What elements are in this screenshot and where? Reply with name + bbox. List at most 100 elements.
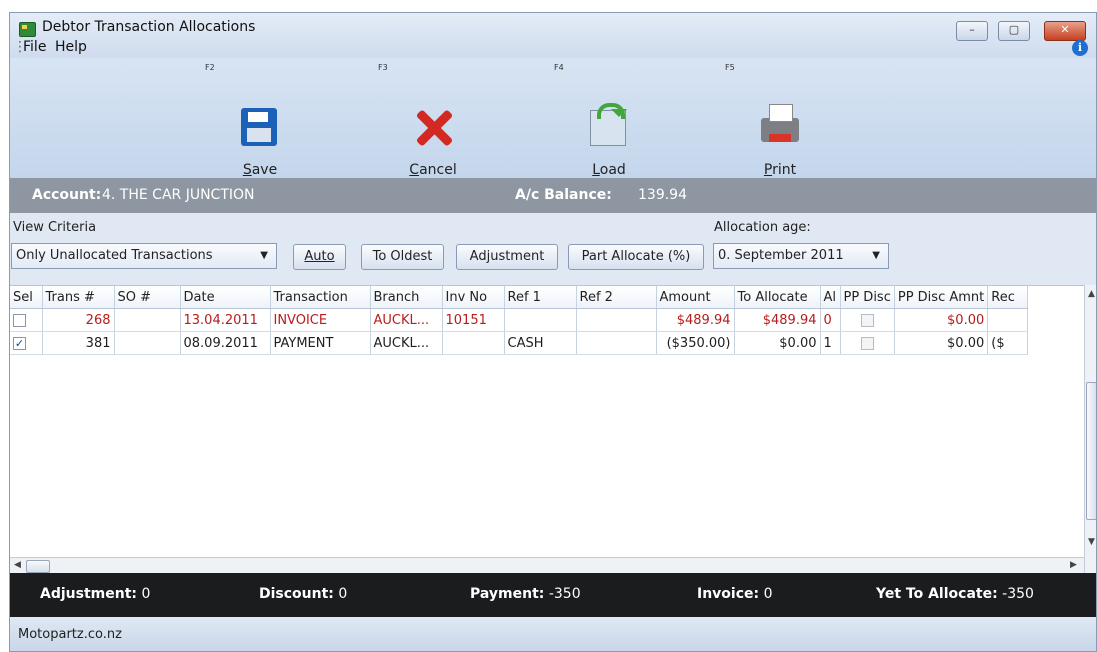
print-label: Print [763,162,797,178]
transactions-grid: Sel Trans # SO # Date Transaction Branch… [10,285,1084,558]
to-allocate-cell[interactable]: $0.00 [734,331,821,355]
ref1-cell [504,308,577,332]
app-window: Debtor Transaction Allocations – ▢ ✕ ⋮ F… [9,12,1097,652]
balance-label: A/c Balance: [515,187,612,203]
col-date[interactable]: Date [180,286,271,309]
status-text: Motopartz.co.nz [18,627,122,642]
select-cell[interactable]: ✓ [10,331,43,355]
account-value: 4. THE CAR JUNCTION [102,187,255,203]
col-to-allocate[interactable]: To Allocate [734,286,821,309]
inv-cell: 10151 [442,308,505,332]
scroll-down-icon[interactable]: ▼ [1088,537,1095,547]
chevron-down-icon: ▼ [260,250,268,261]
al-cell: 0 [820,308,841,332]
summary-payment: Payment: -350 [470,586,581,602]
col-ref1[interactable]: Ref 1 [504,286,577,309]
col-pp-disc[interactable]: PP Disc [840,286,895,309]
cancel-button[interactable]: F3 Cancel [378,58,488,178]
col-al[interactable]: Al [820,286,841,309]
auto-button[interactable]: Auto [293,244,346,270]
date-cell: 08.09.2011 [180,331,271,355]
save-fkey: F2 [205,63,215,72]
col-amount[interactable]: Amount [656,286,735,309]
save-icon [241,108,277,146]
maximize-button[interactable]: ▢ [998,21,1030,41]
col-pp-disc-amnt[interactable]: PP Disc Amnt [894,286,989,309]
print-button[interactable]: F5 Print [725,58,835,178]
view-criteria-select[interactable]: Only Unallocated Transactions ▼ [11,243,277,269]
minimize-button[interactable]: – [956,21,988,41]
table-row[interactable]: ✓ 381 08.09.2011 PAYMENT AUCKL... CASH (… [10,331,1029,355]
close-button[interactable]: ✕ [1044,21,1086,41]
allocation-age-label: Allocation age: [714,220,811,235]
load-icon [590,103,627,146]
ref2-cell [576,308,657,332]
app-icon [19,22,36,37]
col-sel[interactable]: Sel [10,286,43,309]
vertical-scroll-thumb[interactable] [1086,382,1096,520]
amount-cell: ($350.00) [656,331,735,355]
inv-cell [442,331,505,355]
load-fkey: F4 [554,63,564,72]
view-criteria-label: View Criteria [13,220,97,235]
pp-disc-checkbox[interactable] [860,336,874,350]
scroll-up-icon[interactable]: ▲ [1088,289,1095,299]
pp-disc-cell[interactable] [840,308,895,332]
select-checkbox[interactable] [13,313,26,327]
col-ref2[interactable]: Ref 2 [576,286,657,309]
table-row[interactable]: 268 13.04.2011 INVOICE AUCKL... 10151 $4… [10,308,1029,332]
col-trans[interactable]: Trans # [42,286,115,309]
save-label: Save [242,162,278,178]
load-button[interactable]: F4 Load [554,58,664,178]
info-icon[interactable]: i [1072,40,1088,56]
toolbar: F2 Save F3 Cancel F4 Load F5 Print [10,58,1096,178]
vertical-scrollbar[interactable]: ▲ ▼ [1084,285,1096,573]
account-bar: Account: 4. THE CAR JUNCTION A/c Balance… [10,178,1096,213]
adjustment-button[interactable]: Adjustment [456,244,558,270]
al-cell: 1 [820,331,841,355]
summary-bar: Adjustment: 0 Discount: 0 Payment: -350 … [10,573,1096,617]
col-transaction[interactable]: Transaction [270,286,371,309]
cancel-fkey: F3 [378,63,388,72]
pp-disc-checkbox[interactable] [860,313,874,327]
branch-cell: AUCKL... [370,331,443,355]
menu-help[interactable]: Help [55,39,87,55]
horizontal-scroll-thumb[interactable] [26,560,50,573]
amount-cell: $489.94 [656,308,735,332]
rec-cell [987,308,1029,332]
pp-disc-amnt-cell: $0.00 [894,331,989,355]
trans-cell: 268 [42,308,115,332]
pp-disc-cell[interactable] [840,331,895,355]
menu-file[interactable]: File [23,39,46,55]
balance-value: 139.94 [638,187,687,203]
status-bar: Motopartz.co.nz [10,617,1096,651]
scroll-left-icon[interactable]: ◀ [14,560,21,570]
so-cell [114,331,181,355]
save-button[interactable]: F2 Save [205,58,315,178]
scroll-right-icon[interactable]: ▶ [1070,560,1077,570]
print-fkey: F5 [725,63,735,72]
to-allocate-cell[interactable]: $489.94 [734,308,821,332]
window-title: Debtor Transaction Allocations [42,19,256,35]
ref1-cell: CASH [504,331,577,355]
pp-disc-amnt-cell: $0.00 [894,308,989,332]
to-oldest-button[interactable]: To Oldest [361,244,444,270]
account-label: Account: [32,187,102,203]
part-allocate-button[interactable]: Part Allocate (%) [568,244,704,270]
select-cell[interactable] [10,308,43,332]
cancel-label: Cancel [409,162,457,178]
view-criteria-panel: View Criteria Only Unallocated Transacti… [10,213,1096,285]
summary-adjustment: Adjustment: 0 [40,586,151,602]
summary-invoice: Invoice: 0 [697,586,773,602]
horizontal-scrollbar[interactable]: ◀ ▶ [10,557,1084,574]
summary-discount: Discount: 0 [259,586,348,602]
col-inv-no[interactable]: Inv No [442,286,505,309]
branch-cell: AUCKL... [370,308,443,332]
col-so[interactable]: SO # [114,286,181,309]
transaction-cell: PAYMENT [270,331,371,355]
col-rec[interactable]: Rec [987,286,1029,309]
col-branch[interactable]: Branch [370,286,443,309]
so-cell [114,308,181,332]
allocation-age-select[interactable]: 0. September 2011 ▼ [713,243,889,269]
select-checkbox-checked[interactable]: ✓ [13,336,26,350]
